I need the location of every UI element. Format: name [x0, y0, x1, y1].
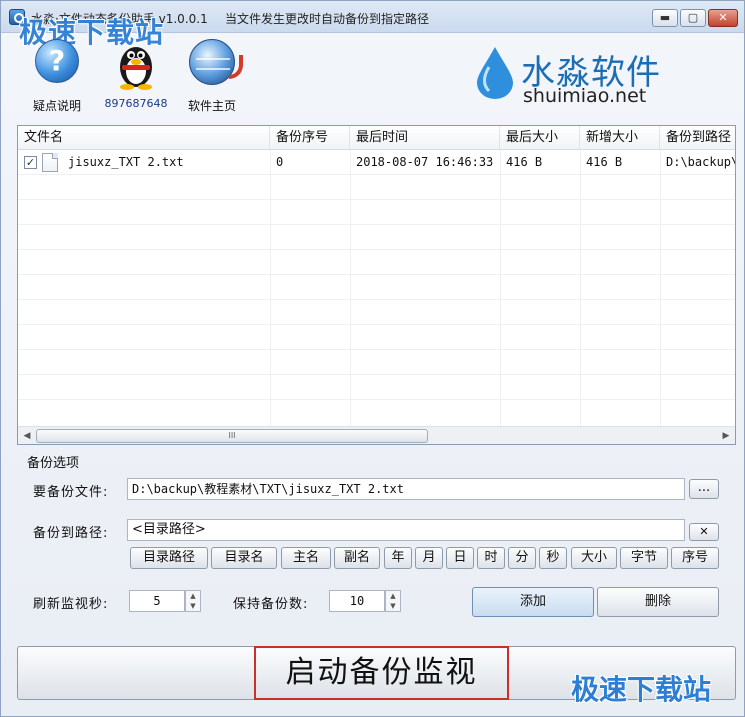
refresh-seconds-stepper[interactable]: ▲ ▼ [185, 590, 201, 612]
column-seq[interactable]: 备份序号 [270, 126, 350, 150]
keep-count-input[interactable]: 10 [329, 590, 385, 612]
horizontal-scrollbar[interactable]: ◀ III ▶ [18, 426, 735, 444]
token-dir-path-button[interactable]: 目录路径 [130, 547, 208, 569]
globe-icon [189, 37, 243, 89]
column-last-time[interactable]: 最后时间 [350, 126, 500, 150]
file-list[interactable]: 文件名 备份序号 最后时间 最后大小 新增大小 备份到路径 ✓ jisuxz_T… [17, 125, 736, 445]
refresh-seconds-label: 刷新监视秒: [33, 597, 109, 612]
start-monitor-label[interactable]: 启动备份监视 [254, 646, 509, 700]
file-label: 要备份文件: [33, 485, 109, 500]
spin-down-icon[interactable]: ▼ [186, 601, 200, 611]
watermark-bottom-right: 极速下载站 [571, 673, 712, 706]
qq-button[interactable]: 897687648 [98, 35, 174, 115]
maximize-button[interactable]: ▢ [680, 9, 706, 27]
token-main-name-button[interactable]: 主名 [281, 547, 331, 569]
refresh-seconds-input[interactable]: 5 [129, 590, 185, 612]
token-seq-button[interactable]: 序号 [671, 547, 719, 569]
empty-row [18, 300, 735, 325]
add-button[interactable]: 添加 [472, 587, 594, 617]
keep-count-label: 保持备份数: [233, 597, 309, 612]
spin-up-icon[interactable]: ▲ [386, 591, 400, 601]
token-month-button[interactable]: 月 [415, 547, 443, 569]
help-icon: ? [34, 37, 80, 89]
homepage-label: 软件主页 [187, 99, 236, 113]
token-minute-button[interactable]: 分 [508, 547, 536, 569]
empty-row [18, 275, 735, 300]
qq-penguin-icon [113, 37, 159, 90]
cell-seq: 0 [276, 155, 284, 169]
help-button[interactable]: ? 疑点说明 [19, 35, 95, 115]
help-label: 疑点说明 [32, 99, 81, 113]
token-bytes-button[interactable]: 字节 [620, 547, 668, 569]
empty-row [18, 325, 735, 350]
brand-name-en: shuimiao.net [523, 85, 647, 107]
cell-filename: jisuxz_TXT 2.txt [68, 155, 184, 169]
token-second-button[interactable]: 秒 [539, 547, 567, 569]
token-dir-name-button[interactable]: 目录名 [211, 547, 277, 569]
clear-path-button[interactable]: ✕ [689, 523, 719, 541]
empty-row [18, 250, 735, 275]
delete-button[interactable]: 删除 [597, 587, 719, 617]
cell-added-size: 416 B [586, 155, 623, 169]
minimize-button[interactable]: ▬ [652, 9, 678, 27]
spin-down-icon[interactable]: ▼ [386, 601, 400, 611]
backup-path-input[interactable]: <目录路径> [127, 519, 685, 541]
window-subtitle: 当文件发生更改时自动备份到指定路径 [225, 12, 430, 26]
cell-last-time: 2018-08-07 16:46:33 [356, 155, 494, 169]
table-row[interactable]: ✓ jisuxz_TXT 2.txt 0 2018-08-07 16:46:33… [18, 150, 735, 175]
empty-row [18, 400, 735, 425]
cell-backup-path: D:\backup\ [666, 155, 735, 169]
empty-row [18, 175, 735, 200]
column-last-size[interactable]: 最后大小 [500, 126, 580, 150]
app-window: 水淼·文件动态备份助手 v1.0.0.1 当文件发生更改时自动备份到指定路径 ▬… [0, 0, 745, 717]
column-filename[interactable]: 文件名 [18, 126, 270, 150]
water-drop-icon [477, 47, 513, 99]
scroll-right-icon[interactable]: ▶ [719, 429, 733, 443]
row-checkbox[interactable]: ✓ [24, 156, 37, 169]
scroll-left-icon[interactable]: ◀ [20, 429, 34, 443]
homepage-button[interactable]: 软件主页 [174, 35, 250, 115]
scroll-thumb[interactable]: III [36, 429, 428, 443]
column-backup-path[interactable]: 备份到路径 [660, 126, 735, 150]
token-day-button[interactable]: 日 [446, 547, 474, 569]
cell-last-size: 416 B [506, 155, 543, 169]
empty-row [18, 225, 735, 250]
empty-row [18, 375, 735, 400]
token-year-button[interactable]: 年 [384, 547, 412, 569]
browse-button[interactable]: ... [689, 479, 719, 499]
qq-number-label: 897687648 [104, 97, 168, 110]
file-path-input[interactable]: D:\backup\教程素材\TXT\jisuxz_TXT 2.txt [127, 478, 685, 500]
token-hour-button[interactable]: 时 [477, 547, 505, 569]
backup-path-label: 备份到路径: [33, 526, 109, 541]
list-header: 文件名 备份序号 最后时间 最后大小 新增大小 备份到路径 [18, 126, 735, 150]
token-size-button[interactable]: 大小 [571, 547, 617, 569]
column-added-size[interactable]: 新增大小 [580, 126, 660, 150]
brand-logo: 水淼软件 shuimiao.net [471, 41, 691, 111]
spin-up-icon[interactable]: ▲ [186, 591, 200, 601]
keep-count-stepper[interactable]: ▲ ▼ [385, 590, 401, 612]
empty-row [18, 200, 735, 225]
close-button[interactable]: ✕ [708, 9, 738, 27]
options-group-title: 备份选项 [27, 456, 80, 471]
empty-row [18, 350, 735, 375]
token-ext-name-button[interactable]: 副名 [334, 547, 380, 569]
text-file-icon [42, 153, 58, 172]
